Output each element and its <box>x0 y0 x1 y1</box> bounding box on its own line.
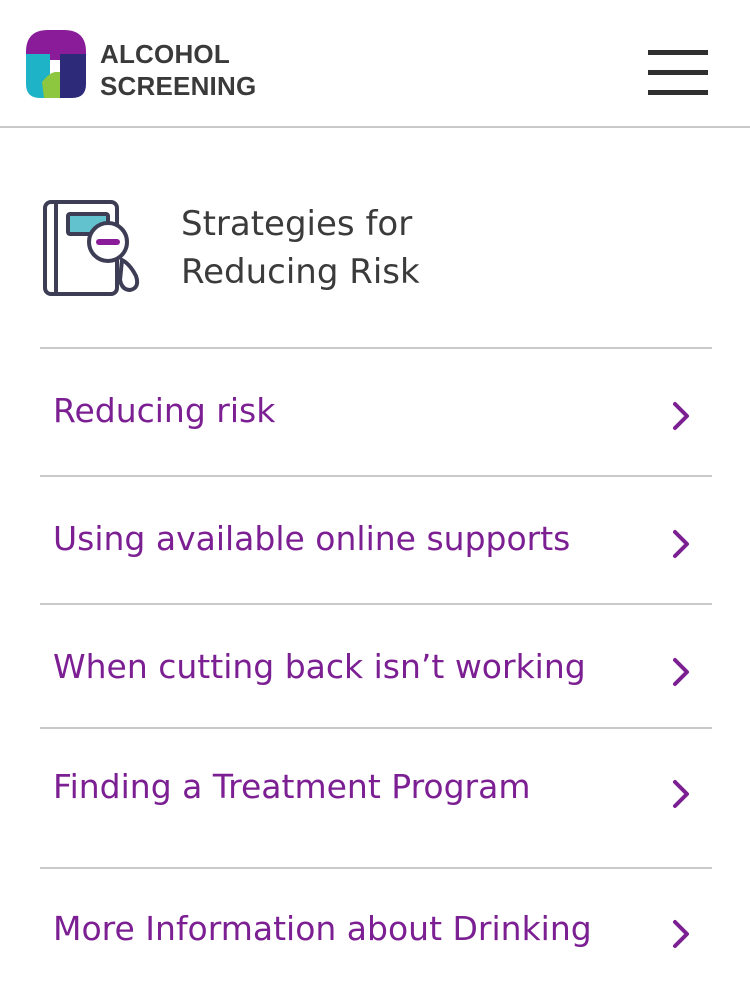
chevron-right-icon <box>673 658 689 686</box>
app-header: ALCOHOL SCREENING <box>0 0 750 128</box>
brand-line-2: SCREENING <box>100 71 257 101</box>
list-item-label: Reducing risk <box>53 391 276 430</box>
chevron-right-icon <box>673 402 689 430</box>
list-item-label: When cutting back isn’t working <box>53 647 586 686</box>
list-item-label: Using available online supports <box>53 519 571 558</box>
list-item-reducing-risk[interactable]: Reducing risk <box>40 347 712 477</box>
list-item-treatment-program[interactable]: Finding a Treatment Program <box>40 727 712 869</box>
chevron-right-icon <box>673 530 689 558</box>
section-title-line-2: Reducing Risk <box>181 252 420 292</box>
chevron-right-icon <box>673 780 689 808</box>
list-item-online-supports[interactable]: Using available online supports <box>40 475 712 605</box>
section-title: Strategies for Reducing Risk <box>181 200 420 296</box>
hamburger-menu-icon[interactable] <box>644 48 710 98</box>
list-item-label: More Information about Drinking <box>53 909 592 948</box>
section-title-line-1: Strategies for <box>181 204 413 244</box>
notebook-magnifier-icon <box>43 200 140 296</box>
list-item-more-information[interactable]: More Information about Drinking <box>40 867 712 1000</box>
brand-line-1: ALCOHOL <box>100 39 230 69</box>
list-item-cutting-back[interactable]: When cutting back isn’t working <box>40 603 712 729</box>
alcohol-screening-logo[interactable] <box>26 30 86 98</box>
chevron-right-icon <box>673 920 689 948</box>
list-item-label: Finding a Treatment Program <box>53 767 531 806</box>
brand-name[interactable]: ALCOHOL SCREENING <box>100 38 256 102</box>
